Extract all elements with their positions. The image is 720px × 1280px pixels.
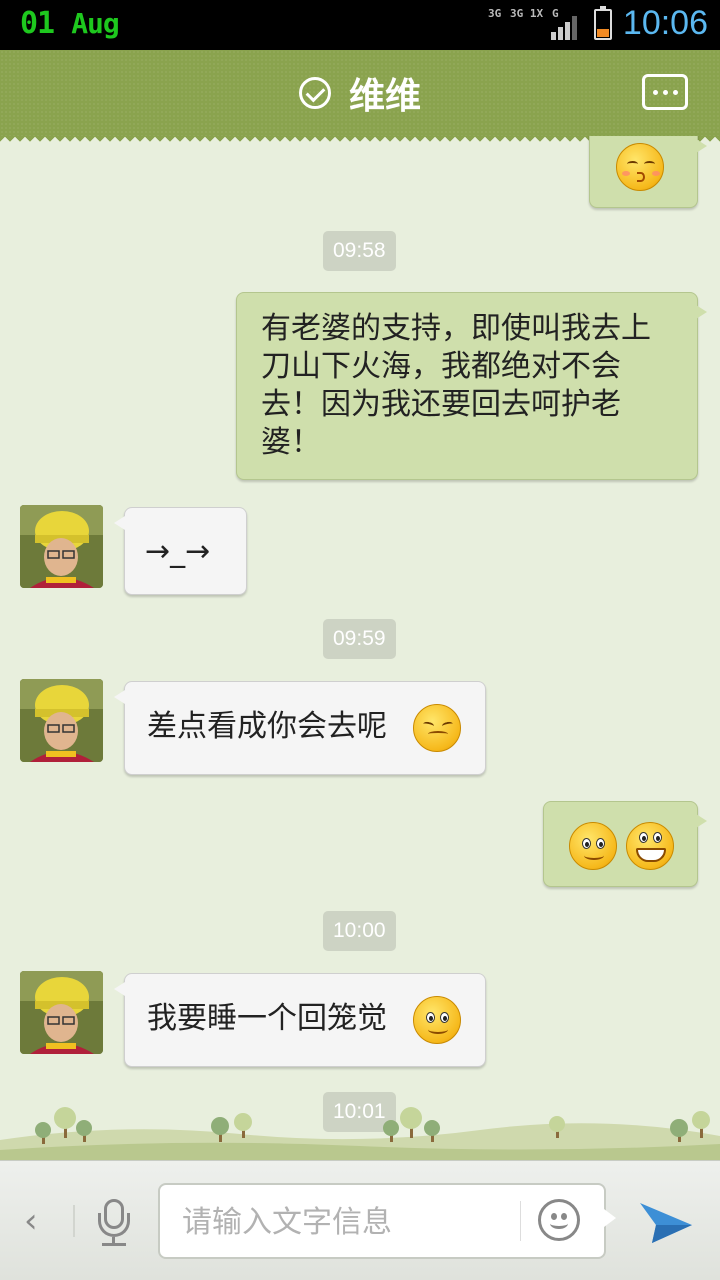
avatar[interactable]	[20, 971, 103, 1054]
hills-decoration	[0, 1107, 720, 1160]
smug-emoji-icon	[413, 704, 461, 752]
avatar[interactable]	[20, 505, 103, 588]
message-input-box[interactable]	[158, 1183, 616, 1259]
dot	[672, 89, 678, 95]
message-bubble-outgoing[interactable]	[589, 136, 707, 208]
dot	[662, 89, 668, 95]
kiss-emoji-icon	[616, 143, 664, 191]
input-bar: ‹	[0, 1160, 720, 1280]
status-bar: 01 Aug 3G 3G 1X G 10:06	[0, 0, 720, 50]
message-text: 有老婆的支持，即使叫我去上刀山下火海，我都绝对不会去！因为我还要回去呵护老婆！	[261, 311, 651, 460]
signal-icon	[551, 16, 581, 40]
status-date: 01 Aug	[20, 6, 120, 41]
message-bubble-incoming[interactable]: 我要睡一个回笼觉	[114, 973, 486, 1067]
timestamp: 10:00	[323, 911, 396, 951]
avatar[interactable]	[20, 679, 103, 762]
message-bubble-incoming[interactable]: →_→	[114, 507, 247, 595]
dot	[652, 89, 658, 95]
message-input[interactable]	[182, 1201, 512, 1243]
verified-check-icon	[298, 77, 331, 109]
message-text: →_→	[145, 534, 211, 569]
emoji-icon[interactable]	[538, 1199, 580, 1241]
page-title: 维维	[348, 76, 421, 117]
divider	[520, 1201, 521, 1241]
battery-icon	[594, 6, 612, 40]
status-date-month: Aug	[71, 7, 120, 40]
timestamp: 09:59	[323, 619, 396, 659]
send-icon[interactable]	[638, 1197, 694, 1249]
message-bubble-outgoing[interactable]: 有老婆的支持，即使叫我去上刀山下火海，我都绝对不会去！因为我还要回去呵护老婆！	[236, 292, 707, 480]
divider	[73, 1205, 75, 1237]
message-bubble-outgoing[interactable]	[543, 801, 707, 887]
message-bubble-incoming[interactable]: 差点看成你会去呢	[114, 681, 486, 775]
message-text: 我要睡一个回笼觉	[147, 1001, 387, 1036]
more-options-button[interactable]	[642, 74, 688, 110]
timestamp: 09:58	[323, 231, 396, 271]
smile-emoji-icon	[413, 996, 461, 1044]
smile-emoji-icon	[569, 822, 617, 870]
network-3g1x-label: 3G 1X	[510, 7, 544, 20]
network-3g-label: 3G	[488, 7, 502, 20]
status-date-day: 01	[20, 6, 55, 41]
grin-emoji-icon	[626, 822, 674, 870]
status-time: 10:06	[622, 4, 708, 42]
chat-area[interactable]: 09:58 有老婆的支持，即使叫我去上刀山下火海，我都绝对不会去！因为我还要回去…	[0, 136, 720, 1160]
title-bar: 维维	[0, 50, 720, 144]
back-arrow-icon[interactable]: ‹	[24, 1201, 38, 1241]
microphone-icon[interactable]	[96, 1199, 136, 1247]
message-text: 差点看成你会去呢	[147, 709, 387, 744]
